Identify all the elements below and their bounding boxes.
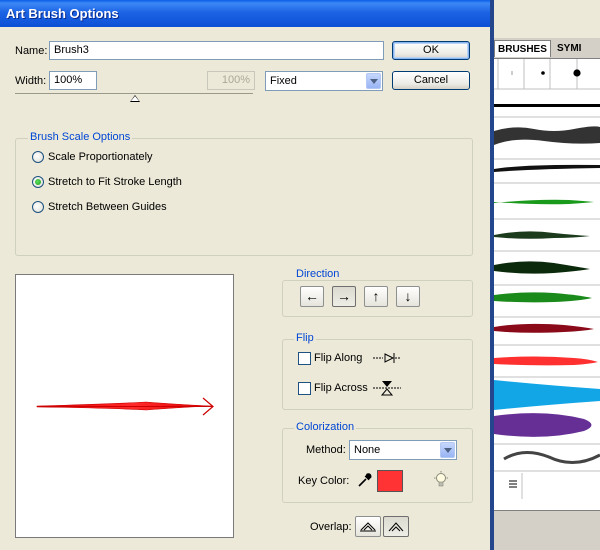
stretch-between-guides-label[interactable]: Stretch Between Guides — [48, 201, 167, 213]
stretch-to-fit-label[interactable]: Stretch to Fit Stroke Length — [48, 176, 182, 188]
cancel-button[interactable]: Cancel — [392, 71, 470, 90]
arrow-left-icon: ← — [305, 288, 319, 304]
flip-across-checkbox[interactable] — [298, 382, 311, 395]
direction-left-button[interactable]: ← — [300, 286, 324, 307]
name-label: Name: — [15, 45, 48, 57]
scale-proportionately-radio[interactable] — [32, 151, 44, 163]
width-variation-field: 100% — [207, 71, 255, 90]
width-mode-value: Fixed — [270, 75, 297, 87]
width-mode-select[interactable]: Fixed — [265, 71, 383, 91]
method-select[interactable]: None — [349, 440, 457, 460]
brushes-panel: BRUSHES SYMI — [494, 0, 600, 550]
flip-title: Flip — [294, 332, 316, 344]
overlap-adjust-icon — [360, 522, 376, 532]
panel-footer — [494, 510, 600, 550]
preview-stroke — [36, 397, 214, 416]
flip-along-icon — [373, 353, 401, 363]
stretch-between-guides-radio[interactable] — [32, 201, 44, 213]
ok-button-label: OK — [423, 44, 439, 56]
ok-button[interactable]: OK — [392, 41, 470, 60]
brush-swatches-list[interactable] — [494, 59, 600, 510]
direction-up-button[interactable]: ↑ — [364, 286, 388, 307]
method-value: None — [354, 444, 381, 456]
overlap-no-adjust-icon — [388, 522, 404, 532]
flip-along-label[interactable]: Flip Along — [314, 352, 362, 364]
width-slider-track[interactable] — [15, 93, 253, 94]
name-field[interactable]: Brush3 — [49, 41, 384, 60]
overlap-label: Overlap: — [310, 521, 352, 533]
flip-across-icon — [373, 381, 401, 396]
chevron-down-icon[interactable] — [440, 442, 455, 458]
width-field[interactable]: 100% — [49, 71, 97, 90]
arrow-right-icon: → — [337, 288, 351, 304]
brush-scale-options-title: Brush Scale Options — [28, 131, 133, 143]
direction-down-button[interactable]: ↓ — [396, 286, 420, 307]
title-bar[interactable]: Art Brush Options — [0, 0, 490, 27]
arrow-down-icon: ↓ — [404, 288, 412, 304]
stretch-to-fit-radio[interactable] — [32, 176, 44, 188]
arrow-up-icon: ↑ — [372, 288, 380, 304]
scale-proportionately-label[interactable]: Scale Proportionately — [48, 151, 153, 163]
flip-across-label[interactable]: Flip Across — [314, 382, 368, 394]
cancel-button-label: Cancel — [413, 74, 449, 86]
direction-right-button[interactable]: → — [332, 286, 356, 307]
flip-along-checkbox[interactable] — [298, 352, 311, 365]
art-brush-options-dialog: Art Brush Options Name: Brush3 Width: 10… — [0, 0, 490, 550]
slider-thumb-fill — [131, 96, 139, 101]
brush-preview — [15, 274, 234, 538]
method-label: Method: — [306, 444, 346, 456]
eyedropper-icon[interactable] — [357, 472, 373, 488]
width-label: Width: — [15, 75, 47, 87]
overlap-no-adjust-button[interactable] — [383, 516, 409, 537]
overlap-adjust-button[interactable] — [355, 516, 381, 537]
panel-header — [494, 0, 600, 39]
key-color-label: Key Color: — [298, 475, 350, 487]
dialog-title: Art Brush Options — [6, 6, 119, 21]
lightbulb-tips-icon[interactable] — [433, 471, 449, 489]
chevron-down-icon[interactable] — [366, 73, 381, 89]
panel-tabs: BRUSHES SYMI — [494, 38, 600, 59]
colorization-title: Colorization — [294, 421, 357, 433]
direction-title: Direction — [294, 268, 342, 280]
tab-brushes[interactable]: BRUSHES — [494, 40, 551, 57]
key-color-swatch[interactable] — [377, 470, 403, 492]
tab-symbols[interactable]: SYMI — [554, 40, 584, 57]
